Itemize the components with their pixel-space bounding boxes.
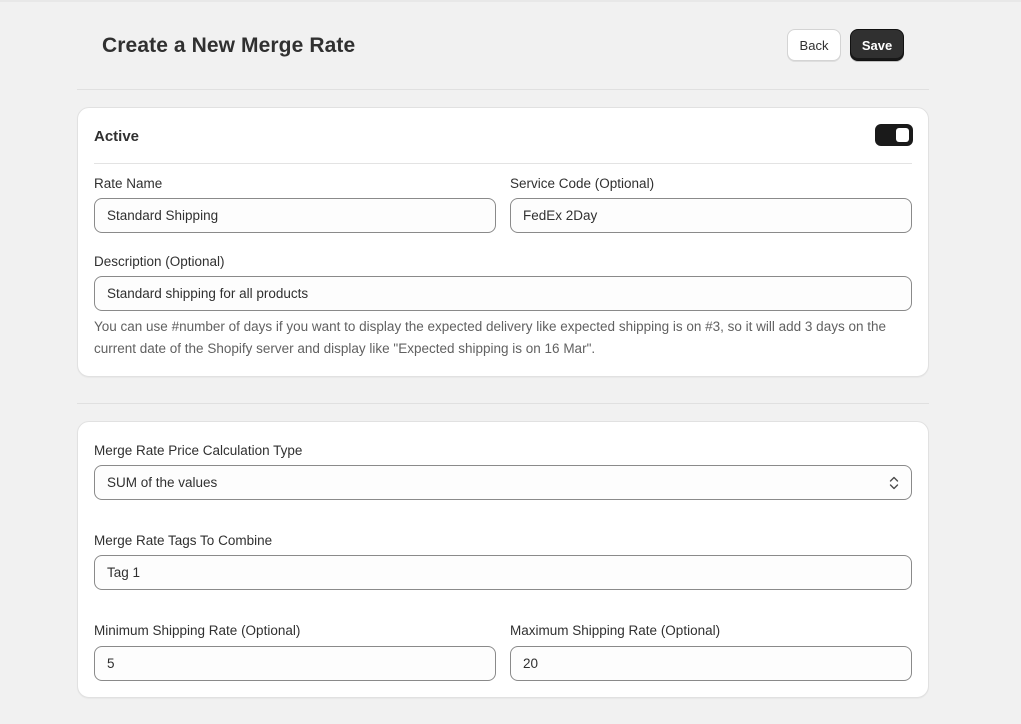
rate-details-card: Active Rate Name Standard Shipping Servi… — [77, 107, 929, 377]
tags-input[interactable]: Tag 1 — [94, 555, 912, 590]
card-separator — [94, 163, 912, 164]
description-label: Description (Optional) — [94, 254, 225, 269]
back-button[interactable]: Back — [787, 29, 841, 61]
top-border — [0, 0, 1021, 2]
active-heading: Active — [94, 128, 140, 145]
description-input[interactable]: Standard shipping for all products — [94, 276, 912, 311]
rate-name-input[interactable]: Standard Shipping — [94, 198, 496, 233]
max-rate-input[interactable]: 20 — [510, 646, 912, 681]
min-rate-input[interactable]: 5 — [94, 646, 496, 681]
min-rate-label: Minimum Shipping Rate (Optional) — [94, 623, 301, 638]
save-button[interactable]: Save — [850, 29, 904, 61]
header-divider — [77, 89, 929, 90]
rate-name-label: Rate Name — [94, 176, 163, 191]
tags-label: Merge Rate Tags To Combine — [94, 533, 273, 548]
max-rate-label: Maximum Shipping Rate (Optional) — [510, 623, 721, 638]
page-title: Create a New Merge Rate — [102, 34, 356, 57]
select-chevron-icon — [889, 476, 899, 490]
page-header: Create a New Merge Rate Back Save — [77, 28, 929, 68]
calc-type-select[interactable]: SUM of the values — [94, 465, 912, 500]
merge-settings-card: Merge Rate Price Calculation Type SUM of… — [77, 421, 929, 698]
description-help-text: You can use #number of days if you want … — [94, 319, 886, 356]
calc-type-value: SUM of the values — [107, 475, 218, 490]
section-divider — [77, 403, 929, 404]
toggle-knob — [896, 128, 909, 142]
service-code-input[interactable]: FedEx 2Day — [510, 198, 912, 233]
service-code-label: Service Code (Optional) — [510, 176, 655, 191]
calc-type-label: Merge Rate Price Calculation Type — [94, 443, 303, 458]
active-toggle[interactable] — [875, 124, 913, 146]
